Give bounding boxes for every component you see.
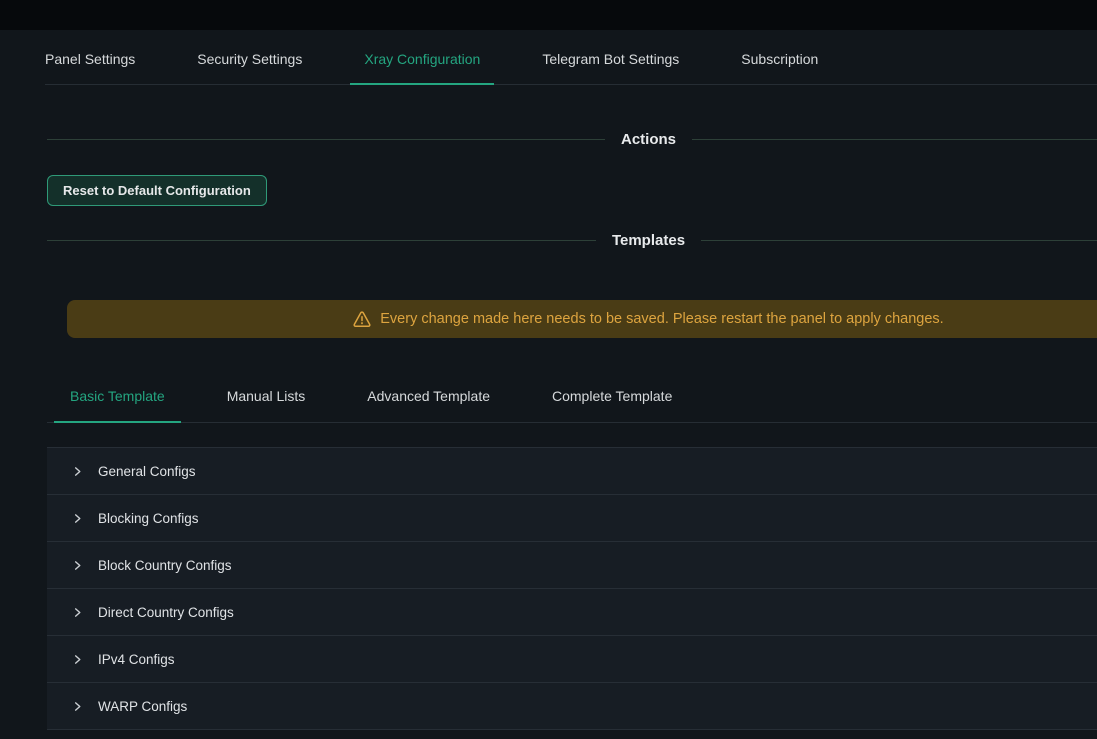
tab-security-settings[interactable]: Security Settings bbox=[197, 38, 302, 84]
accordion-item-general-configs[interactable]: General Configs bbox=[47, 448, 1097, 495]
chevron-right-icon bbox=[71, 654, 83, 665]
accordion-item-ipv4-configs[interactable]: IPv4 Configs bbox=[47, 636, 1097, 683]
tab-complete-template[interactable]: Complete Template bbox=[552, 376, 672, 422]
divider-line bbox=[47, 139, 605, 140]
accordion-item-label: Block Country Configs bbox=[98, 558, 232, 573]
divider-line bbox=[692, 139, 1097, 140]
accordion-item-block-country-configs[interactable]: Block Country Configs bbox=[47, 542, 1097, 589]
chevron-right-icon bbox=[71, 513, 83, 524]
divider-line bbox=[47, 240, 596, 241]
settings-tabs: Panel Settings Security Settings Xray Co… bbox=[45, 30, 1097, 85]
tab-basic-template[interactable]: Basic Template bbox=[70, 376, 165, 422]
chevron-right-icon bbox=[71, 466, 83, 477]
accordion-item-label: IPv4 Configs bbox=[98, 652, 175, 667]
accordion-item-direct-country-configs[interactable]: Direct Country Configs bbox=[47, 589, 1097, 636]
tab-manual-lists[interactable]: Manual Lists bbox=[227, 376, 306, 422]
xray-settings-page: Panel Settings Security Settings Xray Co… bbox=[0, 30, 1097, 730]
accordion-item-label: WARP Configs bbox=[98, 699, 187, 714]
tab-panel-settings[interactable]: Panel Settings bbox=[45, 38, 135, 84]
actions-divider: Actions bbox=[47, 129, 1097, 149]
tab-advanced-template[interactable]: Advanced Template bbox=[367, 376, 490, 422]
reset-to-default-button[interactable]: Reset to Default Configuration bbox=[47, 175, 267, 206]
config-accordion: General Configs Blocking Configs Block C… bbox=[47, 447, 1097, 730]
template-tabs: Basic Template Manual Lists Advanced Tem… bbox=[47, 376, 1097, 423]
alert-message: Every change made here needs to be saved… bbox=[380, 311, 943, 327]
chevron-right-icon bbox=[71, 701, 83, 712]
accordion-item-label: Direct Country Configs bbox=[98, 605, 234, 620]
tab-subscription[interactable]: Subscription bbox=[741, 38, 818, 84]
tab-telegram-bot-settings[interactable]: Telegram Bot Settings bbox=[542, 38, 679, 84]
tab-xray-configuration[interactable]: Xray Configuration bbox=[364, 38, 480, 84]
restart-warning-alert: Every change made here needs to be saved… bbox=[67, 300, 1097, 338]
accordion-item-warp-configs[interactable]: WARP Configs bbox=[47, 683, 1097, 730]
actions-divider-title: Actions bbox=[605, 131, 692, 148]
accordion-item-label: Blocking Configs bbox=[98, 511, 199, 526]
accordion-item-blocking-configs[interactable]: Blocking Configs bbox=[47, 495, 1097, 542]
divider-line bbox=[701, 240, 1097, 241]
chevron-right-icon bbox=[71, 607, 83, 618]
chevron-right-icon bbox=[71, 560, 83, 571]
warning-triangle-icon bbox=[353, 310, 371, 328]
top-bar bbox=[0, 0, 1097, 30]
accordion-item-label: General Configs bbox=[98, 464, 196, 479]
templates-divider: Templates bbox=[47, 230, 1097, 250]
templates-divider-title: Templates bbox=[596, 232, 701, 249]
